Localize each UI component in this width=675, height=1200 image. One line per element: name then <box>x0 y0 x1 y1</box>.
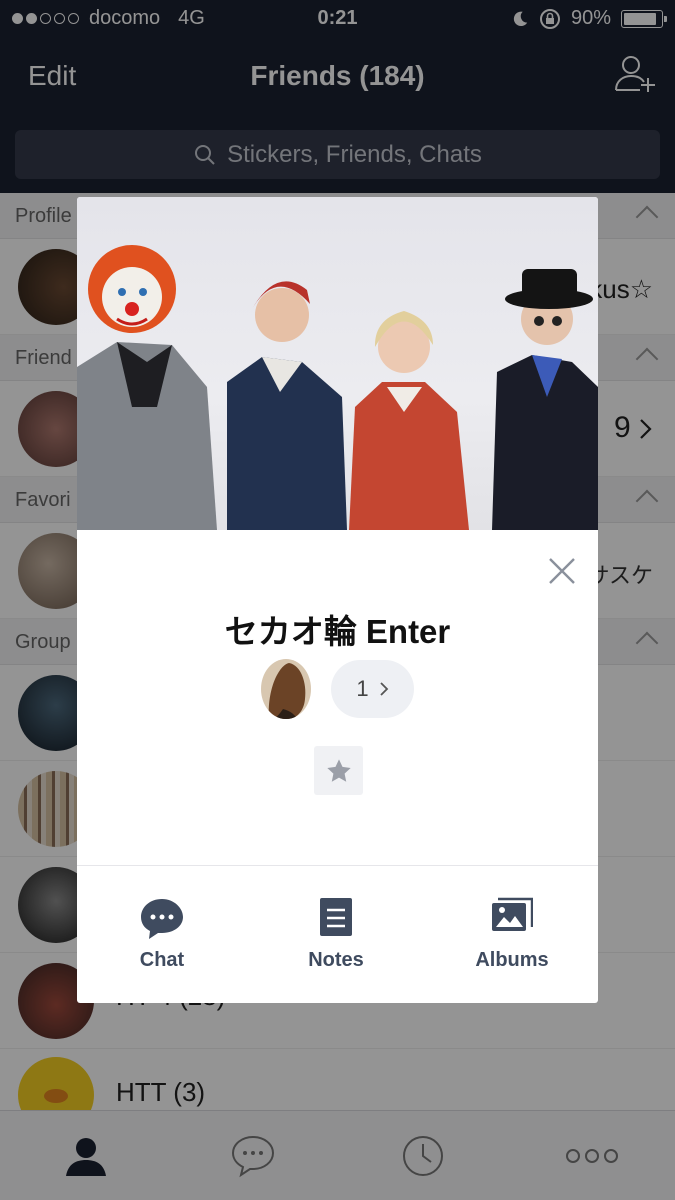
favorite-button[interactable] <box>314 746 363 795</box>
albums-button[interactable]: Albums <box>437 887 587 977</box>
group-profile-modal: セカオ輪 Enter 1 Chat Notes Albums <box>77 197 598 1003</box>
cover-image <box>77 245 598 530</box>
close-icon[interactable] <box>546 555 578 587</box>
cover-photo <box>77 197 598 530</box>
chevron-right-icon <box>379 682 388 696</box>
albums-icon <box>492 897 533 931</box>
member-count: 1 <box>356 676 369 701</box>
chat-button[interactable]: Chat <box>87 887 237 977</box>
group-name-title: セカオ輪 Enter <box>224 613 451 650</box>
member-avatar[interactable] <box>261 659 311 719</box>
chat-bubble-icon <box>141 899 183 939</box>
notes-icon <box>320 898 352 936</box>
divider <box>77 865 598 866</box>
notes-button[interactable]: Notes <box>261 887 411 977</box>
star-icon <box>326 758 351 782</box>
member-count-button[interactable]: 1 <box>331 660 414 718</box>
